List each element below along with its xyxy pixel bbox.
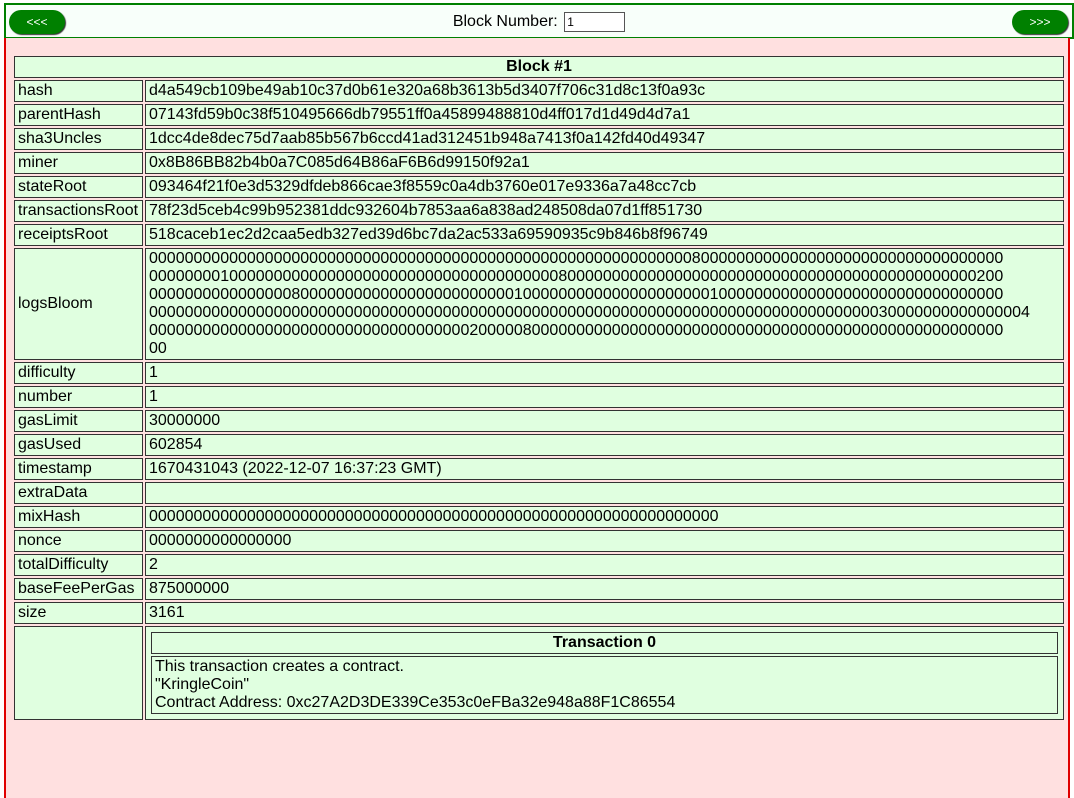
block-field-row: stateRoot 093464f21f0e3d5329dfdeb866cae3f… <box>14 176 1064 198</box>
field-value: 1 <box>145 362 1064 384</box>
field-name: receiptsRoot <box>14 224 143 246</box>
field-name: number <box>14 386 143 408</box>
field-value: 0x8B86BB82b4b0a7C085d64B86aF6B6d99150f92… <box>145 152 1064 174</box>
block-field-row: sha3Uncles 1dcc4de8dec75d7aab85b567b6ccd4… <box>14 128 1064 150</box>
transactions-key <box>14 626 143 720</box>
field-value: 30000000 <box>145 410 1064 432</box>
field-value: 0000000000000000000000000000000000000000… <box>145 506 1064 528</box>
block-title: Block #1 <box>14 56 1064 78</box>
logs-bloom-line: 0000000000000000000000000000000000002000… <box>149 322 1004 339</box>
field-name: logsBloom <box>14 248 143 360</box>
field-name: miner <box>14 152 143 174</box>
field-value: 78f23d5ceb4c99b952381ddc932604b7853aa6a8… <box>145 200 1064 222</box>
transactions-row: Transaction 0 This transaction creates a … <box>14 626 1064 720</box>
block-number-control: Block Number: <box>6 12 1072 32</box>
field-name: gasLimit <box>14 410 143 432</box>
logs-bloom-value: 0000000000000000000000000000000000000000… <box>145 248 1064 360</box>
field-name: stateRoot <box>14 176 143 198</box>
block-field-row: nonce 0000000000000000 <box>14 530 1064 552</box>
field-value: 1dcc4de8dec75d7aab85b567b6ccd41ad312451b… <box>145 128 1064 150</box>
field-value: 602854 <box>145 434 1064 456</box>
field-value: 2 <box>145 554 1064 576</box>
field-value: 07143fd59b0c38f510495666db79551ff0a45899… <box>145 104 1064 126</box>
block-field-row: gasLimit 30000000 <box>14 410 1064 432</box>
field-value: 1670431043 (2022-12-07 16:37:23 GMT) <box>145 458 1064 480</box>
field-name: difficulty <box>14 362 143 384</box>
field-name: parentHash <box>14 104 143 126</box>
transaction-info: This transaction creates a contract. "Kri… <box>151 656 1058 714</box>
block-panel: Block #1 hash d4a549cb109be49ab10c37d0b61… <box>4 38 1070 798</box>
field-value <box>145 482 1064 504</box>
field-value: 1 <box>145 386 1064 408</box>
block-field-row: transactionsRoot 78f23d5ceb4c99b952381ddc… <box>14 200 1064 222</box>
contract-address: Contract Address: 0xc27A2D3DE339Ce353c0e… <box>155 694 676 711</box>
block-field-row: size 3161 <box>14 602 1064 624</box>
block-title-row: Block #1 <box>14 56 1064 78</box>
logs-bloom-line: 0000000000000000000000000000000000000000… <box>149 250 1004 267</box>
field-name: hash <box>14 80 143 102</box>
block-field-row: miner 0x8B86BB82b4b0a7C085d64B86aF6B6d991… <box>14 152 1064 174</box>
transactions-cell: Transaction 0 This transaction creates a … <box>145 626 1064 720</box>
logs-bloom-line: 0000000000000000000000000000000000000000… <box>149 304 1030 321</box>
field-value: 093464f21f0e3d5329dfdeb866cae3f8559c0a4d… <box>145 176 1064 198</box>
transaction-title: Transaction 0 <box>151 632 1058 654</box>
block-field-row: mixHash 000000000000000000000000000000000… <box>14 506 1064 528</box>
block-number-input[interactable] <box>564 12 626 32</box>
block-field-row: parentHash 07143fd59b0c38f510495666db7955… <box>14 104 1064 126</box>
next-block-button[interactable]: >>> <box>1012 10 1068 34</box>
field-name: totalDifficulty <box>14 554 143 576</box>
block-field-row: totalDifficulty 2 <box>14 554 1064 576</box>
transaction-desc: This transaction creates a contract. <box>155 658 404 675</box>
field-name: nonce <box>14 530 143 552</box>
block-field-row: number 1 <box>14 386 1064 408</box>
field-name: gasUsed <box>14 434 143 456</box>
field-name: size <box>14 602 143 624</box>
block-field-row: gasUsed 602854 <box>14 434 1064 456</box>
logs-bloom-line: 00 <box>149 340 167 357</box>
field-value: 875000000 <box>145 578 1064 600</box>
transaction-table: Transaction 0 This transaction creates a … <box>149 630 1060 716</box>
block-field-row: timestamp 1670431043 (2022-12-07 16:37:23… <box>14 458 1064 480</box>
field-name: baseFeePerGas <box>14 578 143 600</box>
field-name: extraData <box>14 482 143 504</box>
logs-bloom-line: 0000000010000000000000000000000000000000… <box>149 268 1004 285</box>
block-field-row: logsBloom 0000000000000000000000000000000… <box>14 248 1064 360</box>
field-value: d4a549cb109be49ab10c37d0b61e320a68b3613b… <box>145 80 1064 102</box>
block-field-row: hash d4a549cb109be49ab10c37d0b61e320a68b3… <box>14 80 1064 102</box>
field-name: timestamp <box>14 458 143 480</box>
field-value: 0000000000000000 <box>145 530 1064 552</box>
field-value: 3161 <box>145 602 1064 624</box>
contract-name: "KringleCoin" <box>155 676 250 693</box>
field-name: sha3Uncles <box>14 128 143 150</box>
field-value: 518caceb1ec2d2caa5edb327ed39d6bc7da2ac53… <box>145 224 1064 246</box>
block-field-row: difficulty 1 <box>14 362 1064 384</box>
block-number-label: Block Number: <box>452 13 558 31</box>
field-name: mixHash <box>14 506 143 528</box>
navigation-bar: <<< Block Number: >>> <box>4 3 1074 39</box>
logs-bloom-line: 0000000000000000800000000000000000000000… <box>149 286 1004 303</box>
block-field-row: receiptsRoot 518caceb1ec2d2caa5edb327ed39… <box>14 224 1064 246</box>
block-field-row: baseFeePerGas 875000000 <box>14 578 1064 600</box>
field-name: transactionsRoot <box>14 200 143 222</box>
block-table: Block #1 hash d4a549cb109be49ab10c37d0b61… <box>12 54 1066 722</box>
block-field-row: extraData <box>14 482 1064 504</box>
